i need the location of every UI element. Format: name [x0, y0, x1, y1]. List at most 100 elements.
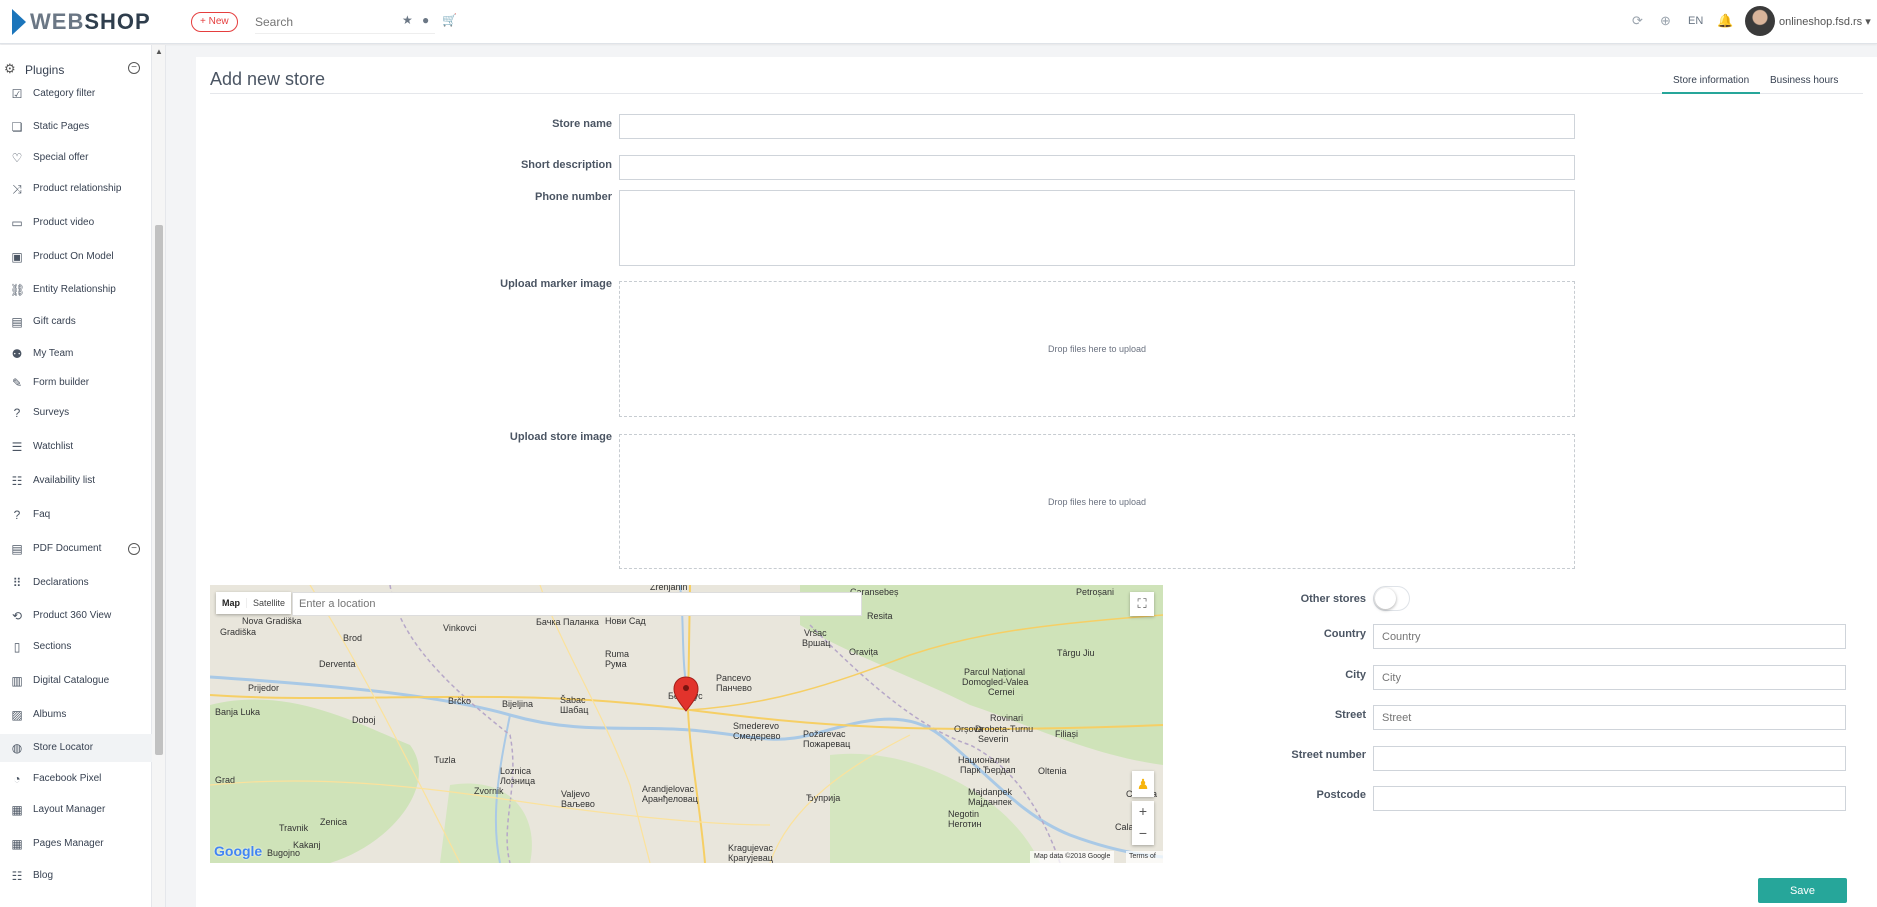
other-stores-toggle[interactable]	[1373, 586, 1410, 611]
sidebar-item-label: Digital Catalogue	[33, 675, 110, 686]
user-icon[interactable]: ●	[422, 13, 429, 27]
save-button[interactable]: Save	[1758, 878, 1847, 903]
map-city-label: Brčko	[448, 696, 471, 706]
map-city-label: Cernei	[988, 687, 1015, 697]
map-location-search[interactable]	[292, 592, 862, 616]
sidebar-header-plugins[interactable]: ⚙ Plugins −	[0, 59, 152, 79]
new-button[interactable]: + New	[191, 12, 238, 32]
country-input[interactable]	[1373, 624, 1846, 649]
sidebar-item-gift-cards[interactable]: ▤ Gift cards	[0, 308, 152, 336]
postcode-input[interactable]	[1373, 786, 1846, 811]
language-selector[interactable]: EN	[1688, 15, 1703, 27]
collapse-icon[interactable]: −	[128, 62, 140, 74]
sidebar-item-digital-catalogue[interactable]: ▥ Digital Catalogue	[0, 667, 152, 695]
city-label: City	[1345, 669, 1366, 681]
sidebar-item-my-team[interactable]: ⚉ My Team	[0, 340, 152, 368]
bell-icon[interactable]: 🔔	[1717, 13, 1733, 29]
map-city-label: Požarevac	[803, 729, 846, 739]
scroll-up-icon[interactable]: ▲	[155, 47, 163, 56]
sidebar-item-label: Category filter	[33, 88, 96, 99]
upload-store-image-label: Upload store image	[509, 431, 612, 443]
sidebar-item-form-builder[interactable]: ✎ Form builder	[0, 369, 152, 397]
sidebar-item-layout-manager[interactable]: ▦ Layout Manager	[0, 796, 152, 824]
sidebar-item-product-video[interactable]: ▭ Product video	[0, 209, 152, 237]
fullscreen-icon[interactable]: ⛶	[1130, 592, 1154, 616]
sidebar-item-product-360-view[interactable]: ⟲ Product 360 View	[0, 602, 152, 630]
map-city-label: Târgu Jiu	[1057, 648, 1095, 658]
map-city-label: Нови Сад	[605, 616, 646, 626]
sidebar-item-product-on-model[interactable]: ▣ Product On Model	[0, 243, 152, 271]
map-type-map[interactable]: Map	[216, 598, 246, 608]
map-city-label: Vinkovci	[443, 623, 476, 633]
team-icon: ⚉	[11, 347, 23, 361]
avatar[interactable]	[1745, 6, 1775, 36]
store-map[interactable]: Zrenjanin Caransebeș Petroșani Nova Gradišk…	[210, 585, 1163, 863]
sidebar-item-sections[interactable]: ▯ Sections	[0, 633, 152, 661]
scrollbar-thumb[interactable]	[155, 225, 163, 755]
sidebar-scrollbar[interactable]: ▲	[152, 45, 166, 907]
map-city-label: Oravița	[849, 647, 878, 657]
map-city-label: Ruma	[605, 649, 629, 659]
sidebar-item-blog[interactable]: ☷ Blog	[0, 862, 152, 890]
tab-store-information[interactable]: Store information	[1662, 75, 1761, 94]
sidebar-item-declarations[interactable]: ⠿ Declarations	[0, 569, 152, 597]
street-view-pegman-icon[interactable]: ♟	[1132, 771, 1154, 797]
map-city-label: Gradiška	[220, 627, 256, 637]
sidebar-item-label: Product 360 View	[33, 610, 112, 621]
sidebar-item-product-relationship[interactable]: ⤨ Product relationship	[0, 175, 152, 203]
globe-icon[interactable]: ⊕	[1660, 13, 1671, 29]
faq-icon: ?	[13, 508, 21, 522]
sidebar-item-albums[interactable]: ▨ Albums	[0, 701, 152, 729]
google-logo: Google	[214, 843, 263, 859]
refresh-icon[interactable]: ⟳	[1632, 13, 1643, 29]
sidebar-item-availability-list[interactable]: ☷ Availability list	[0, 467, 152, 495]
map-city-label: Parcul Național	[964, 667, 1025, 677]
map-city-label: Zvornik	[474, 786, 504, 796]
zoom-out-button[interactable]: −	[1132, 823, 1154, 845]
street-input[interactable]	[1373, 705, 1846, 730]
short-description-input[interactable]	[619, 155, 1575, 180]
sidebar-item-pages-manager[interactable]: ▦ Pages Manager	[0, 830, 152, 858]
map-city-label: Национални	[958, 755, 1010, 765]
sidebar-item-label: Static Pages	[33, 121, 90, 132]
map-city-label: Pancevo	[716, 673, 751, 683]
marker-image-dropzone[interactable]: Drop files here to upload	[619, 281, 1575, 417]
map-city-label: Nova Gradiška	[242, 616, 302, 626]
store-name-input[interactable]	[619, 114, 1575, 139]
sidebar-item-surveys[interactable]: ? Surveys	[0, 399, 152, 427]
dropzone-text: Drop files here to upload	[1047, 344, 1147, 354]
map-type-satellite[interactable]: Satellite	[246, 598, 291, 608]
sidebar-item-label: Availability list	[33, 475, 96, 486]
terms-of-use-link[interactable]: Terms of Use	[1126, 851, 1163, 863]
zoom-in-button[interactable]: +	[1132, 801, 1154, 823]
tab-business-hours[interactable]: Business hours	[1759, 75, 1849, 94]
sidebar-item-store-locator[interactable]: ◍ Store Locator	[0, 734, 152, 762]
map-city-label: Смедерево	[733, 731, 780, 741]
dropzone-text: Drop files here to upload	[1047, 496, 1147, 507]
user-menu[interactable]: onlineshop.fsd.rs ▾	[1779, 15, 1871, 28]
store-image-dropzone[interactable]: Drop files here to upload	[619, 434, 1575, 569]
collapse-icon[interactable]: −	[128, 543, 140, 555]
map-canvas[interactable]: Zrenjanin Caransebeș PetroșaniNova Gradišk…	[210, 585, 1163, 863]
map-city-label: Loznica	[500, 766, 531, 776]
phone-number-input[interactable]	[619, 190, 1575, 266]
sidebar-item-category-filter[interactable]: ☑ Category filter	[0, 80, 152, 108]
cart-icon[interactable]: 🛒	[442, 13, 457, 27]
city-input[interactable]	[1373, 665, 1846, 690]
sidebar-item-pdf-document[interactable]: ▤ PDF Document −	[0, 535, 152, 563]
sidebar-item-facebook-pixel[interactable]: ◔ Facebook Pixel	[0, 765, 152, 793]
sidebar-item-faq[interactable]: ? Faq	[0, 501, 152, 529]
sidebar-item-static-pages[interactable]: ❏ Static Pages	[0, 113, 152, 141]
street-number-input[interactable]	[1373, 746, 1846, 771]
sidebar-item-watchlist[interactable]: ☰ Watchlist	[0, 433, 152, 461]
toggle-knob	[1375, 588, 1396, 609]
star-icon[interactable]: ★	[402, 13, 413, 27]
webshop-logo[interactable]: WEBSHOP	[12, 8, 151, 36]
sidebar-item-entity-relationship[interactable]: ⛓ Entity Relationship	[0, 276, 152, 304]
rotate-icon: ⟲	[11, 609, 23, 623]
chevron-down-icon: ▾	[1865, 16, 1871, 28]
zoom-control: + −	[1132, 801, 1154, 845]
sidebar-item-label: My Team	[33, 348, 74, 359]
sidebar-item-special-offer[interactable]: ♡ Special offer	[0, 144, 152, 172]
map-city-label: Rovinari	[990, 713, 1023, 723]
